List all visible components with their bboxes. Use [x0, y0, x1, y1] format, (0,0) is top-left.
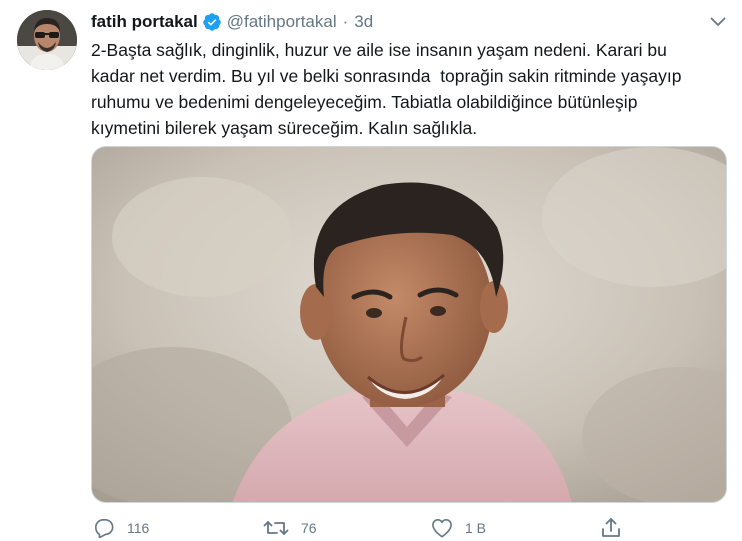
tweet-photo[interactable]: [91, 146, 727, 503]
reply-button[interactable]: 116: [93, 515, 149, 541]
avatar-image: [17, 10, 77, 70]
more-menu-button[interactable]: [706, 12, 730, 32]
retweet-count: 76: [301, 520, 317, 536]
retweet-icon: [263, 521, 289, 535]
reply-icon: [95, 519, 114, 538]
reply-count: 116: [127, 520, 150, 536]
like-count: 1 B: [465, 520, 487, 536]
separator-dot: ·: [342, 12, 349, 31]
avatar[interactable]: [17, 10, 77, 70]
tweet-text: 2-Başta sağlık, dinginlik, huzur ve aile…: [91, 40, 682, 138]
timestamp[interactable]: 3d: [354, 12, 373, 32]
share-button[interactable]: [601, 515, 621, 541]
verified-badge-icon: [202, 12, 222, 32]
tweet-header: fatih portakal @fatihportakal · 3d: [91, 10, 373, 34]
tweet-actions: 116 76 1 B: [91, 515, 631, 541]
handle[interactable]: @fatihportakal: [227, 12, 337, 32]
chevron-down-icon: [710, 17, 726, 26]
like-icon: [432, 519, 452, 538]
retweet-button[interactable]: 76: [263, 515, 317, 541]
like-button[interactable]: 1 B: [431, 515, 486, 541]
share-icon: [602, 518, 620, 537]
display-name[interactable]: fatih portakal: [91, 12, 198, 32]
tweet: fatih portakal @fatihportakal · 3d 2-Baş…: [0, 0, 742, 541]
photo-image: [92, 147, 726, 502]
